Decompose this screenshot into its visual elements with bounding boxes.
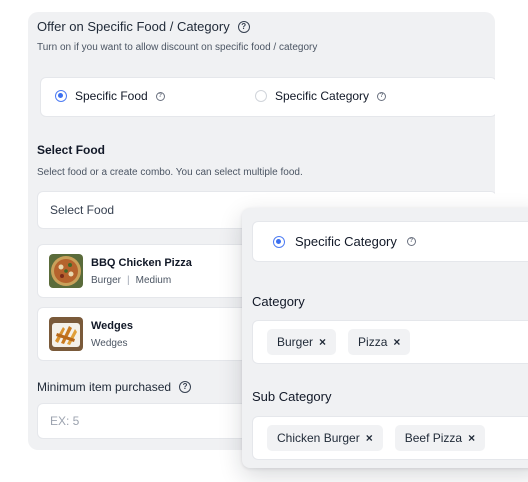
category-panel: Specific Category ? Category Burger × Pi… bbox=[242, 208, 528, 468]
category-title: Category bbox=[252, 294, 305, 309]
subcategory-tag: Beef Pizza × bbox=[394, 425, 486, 451]
minimum-item-label-row: Minimum item purchased ? bbox=[37, 380, 192, 394]
help-icon[interactable]: ? bbox=[406, 237, 416, 246]
food-item-name: Wedges bbox=[91, 320, 133, 332]
option-specific-food[interactable]: Specific Food ? bbox=[55, 89, 165, 103]
option-specific-category-label: Specific Category bbox=[275, 89, 370, 103]
help-icon[interactable]: ? bbox=[179, 381, 192, 393]
radio-unselected-icon[interactable] bbox=[255, 90, 267, 102]
category-tag-label: Burger bbox=[277, 335, 314, 349]
help-icon[interactable]: ? bbox=[377, 91, 387, 101]
offer-description: Turn on if you want to allow discount on… bbox=[37, 42, 318, 53]
category-tag: Burger × bbox=[267, 329, 337, 355]
option-specific-food-label: Specific Food bbox=[75, 89, 148, 103]
subcategory-title: Sub Category bbox=[252, 389, 332, 404]
food-item-category: Burger bbox=[91, 275, 122, 286]
offer-title: Offer on Specific Food / Category bbox=[37, 19, 230, 34]
food-item-meta: Wedges bbox=[91, 338, 128, 349]
category-tag: Pizza × bbox=[348, 329, 411, 355]
close-icon[interactable]: × bbox=[468, 431, 475, 445]
option-specific-category-label: Specific Category bbox=[295, 234, 397, 249]
subcategory-tag: Chicken Burger × bbox=[267, 425, 383, 451]
select-food-description: Select food or a create combo. You can s… bbox=[37, 167, 303, 178]
meta-separator: | bbox=[127, 275, 130, 286]
subcategory-tag-label: Beef Pizza bbox=[404, 431, 463, 445]
category-tag-label: Pizza bbox=[358, 335, 388, 349]
select-food-placeholder: Select Food bbox=[50, 203, 115, 217]
help-icon[interactable]: ? bbox=[155, 91, 165, 101]
minimum-item-placeholder: EX: 5 bbox=[50, 414, 80, 428]
select-food-title: Select Food bbox=[37, 143, 106, 157]
food-item-meta: Burger | Medium bbox=[91, 275, 171, 286]
wedges-image bbox=[49, 317, 83, 351]
specific-category-selector: Specific Category ? bbox=[252, 221, 528, 262]
category-tag-input[interactable]: Burger × Pizza × bbox=[252, 320, 528, 364]
close-icon[interactable]: × bbox=[393, 335, 400, 349]
minimum-item-label: Minimum item purchased bbox=[37, 380, 172, 394]
close-icon[interactable]: × bbox=[366, 431, 373, 445]
food-item-name: BBQ Chicken Pizza bbox=[91, 257, 192, 269]
option-specific-category[interactable]: Specific Category ? bbox=[255, 89, 387, 103]
offer-title-row: Offer on Specific Food / Category ? bbox=[37, 19, 250, 34]
food-item-category: Wedges bbox=[91, 338, 128, 349]
close-icon[interactable]: × bbox=[319, 335, 326, 349]
option-specific-category[interactable]: Specific Category ? bbox=[273, 234, 416, 249]
food-item-size: Medium bbox=[135, 275, 172, 286]
radio-selected-icon[interactable] bbox=[273, 235, 285, 248]
offer-type-selector: Specific Food ? Specific Category ? bbox=[40, 77, 495, 117]
subcategory-tag-input[interactable]: Chicken Burger × Beef Pizza × bbox=[252, 416, 528, 460]
pizza-image bbox=[49, 254, 83, 288]
help-icon[interactable]: ? bbox=[237, 20, 250, 33]
radio-selected-icon[interactable] bbox=[55, 90, 67, 102]
subcategory-tag-label: Chicken Burger bbox=[277, 431, 360, 445]
